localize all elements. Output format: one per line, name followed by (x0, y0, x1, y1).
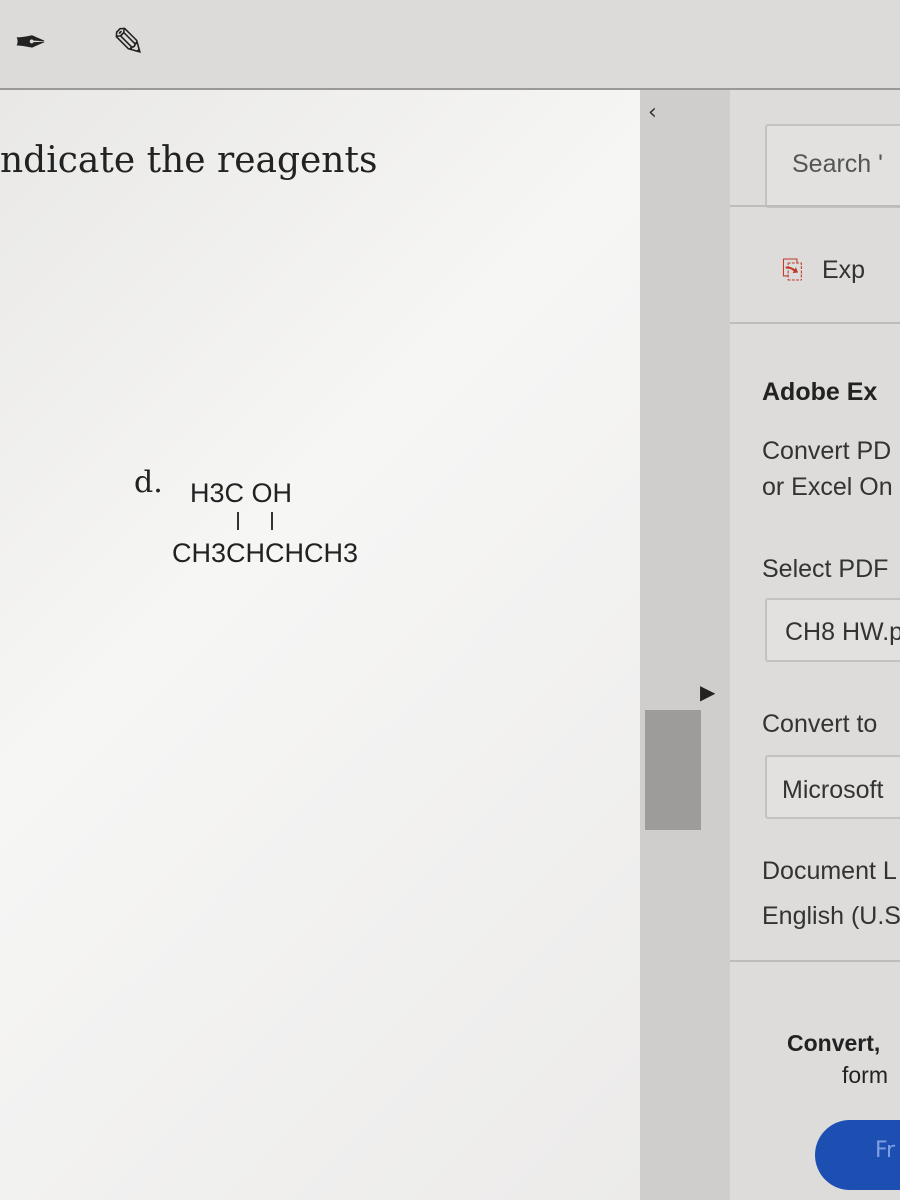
right-tools-panel: Search ' ⎘ Exp Adobe Ex Convert PD or Ex… (730, 90, 900, 1200)
export-pdf-icon: ⎘ (782, 255, 803, 285)
select-pdf-label: Select PDF (762, 555, 889, 583)
convert-to-value: Microsoft (782, 776, 884, 804)
bond-line (271, 512, 273, 530)
panel-title: Adobe Ex (762, 378, 878, 406)
edit-pdf-icon[interactable]: ✎ (112, 20, 146, 66)
panel-collapse-arrow-icon[interactable]: ▶ (700, 680, 715, 704)
export-pdf-label[interactable]: Exp (822, 256, 865, 285)
scrollbar-thumb[interactable] (645, 710, 701, 830)
free-trial-button[interactable]: Fr (815, 1120, 900, 1190)
selected-file: CH8 HW.p (785, 618, 900, 646)
chevron-up-icon[interactable]: ‹ (648, 100, 657, 125)
structure-main-chain: CH3CHCHCH3 (172, 538, 359, 568)
promo-text: Convert, (787, 1030, 881, 1056)
fill-sign-pen-icon[interactable]: ✒ (14, 20, 48, 66)
divider (730, 960, 900, 962)
search-placeholder: Search ' (792, 150, 883, 178)
convert-to-label: Convert to (762, 710, 878, 738)
divider (730, 322, 900, 324)
item-label: d. (134, 465, 163, 500)
document-page (0, 90, 640, 1200)
document-language-value[interactable]: English (U.S (762, 902, 900, 931)
promo-text: form (842, 1062, 888, 1088)
divider (730, 205, 900, 207)
panel-description: or Excel On (762, 473, 893, 501)
question-heading: ndicate the reagents (0, 140, 378, 181)
toolbar: ✒ ✎ (0, 0, 900, 90)
structure-substituents: H3C OH (190, 478, 293, 508)
bond-line (237, 512, 239, 530)
scrollbar[interactable] (640, 90, 730, 1200)
document-language-label: Document L (762, 857, 897, 885)
panel-description: Convert PD (762, 437, 892, 465)
